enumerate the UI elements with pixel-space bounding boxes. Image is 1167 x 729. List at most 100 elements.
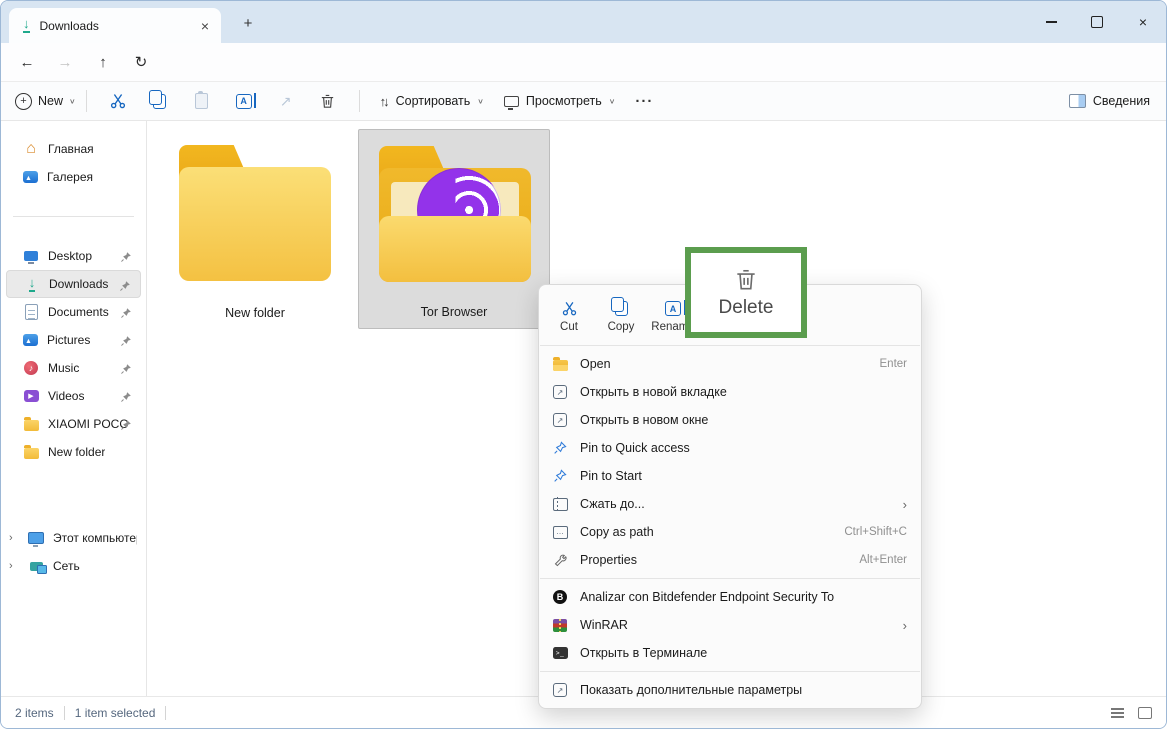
share-button[interactable]: ↗ (268, 86, 304, 116)
copy-as-path-icon: … (553, 526, 568, 539)
tab-close-icon[interactable]: × (197, 18, 213, 34)
menu-item-winrar[interactable]: WinRAR › (539, 611, 921, 639)
menu-item-open-new-window[interactable]: ↗ Открыть в новом окне (539, 406, 921, 434)
expand-chevron-icon[interactable]: › (9, 532, 13, 544)
menu-item-open-in-terminal[interactable]: >_ Открыть в Терминале (539, 639, 921, 667)
menu-item-label: Properties (580, 553, 848, 567)
chevron-down-icon: ∨ (609, 97, 616, 106)
paste-icon (195, 93, 208, 109)
menu-item-label: Открыть в новой вкладке (580, 385, 907, 399)
pin-icon (120, 250, 132, 268)
sidebar-item-label: New folder (48, 445, 105, 459)
menu-item-open-new-tab[interactable]: ↗ Открыть в новой вкладке (539, 378, 921, 406)
pin-icon (120, 334, 132, 352)
items-count: 2 items (15, 706, 54, 720)
file-tile-new-folder[interactable]: New folder (159, 129, 351, 329)
list-view-icon[interactable] (1111, 708, 1124, 718)
forward-button[interactable]: → (51, 48, 79, 76)
menu-item-pin-quick-access[interactable]: Pin to Quick access (539, 434, 921, 462)
file-explorer-window: ↓ Downloads × + × ← → ↑ ↻ › Downloads › … (0, 0, 1167, 729)
folder-icon (24, 420, 39, 431)
file-tile-tor-browser[interactable]: Tor Browser (358, 129, 550, 329)
menu-item-label: Analizar con Bitdefender Endpoint Securi… (580, 590, 907, 604)
delete-annotation-highlight[interactable]: Delete (685, 247, 807, 338)
scissors-icon (561, 300, 578, 317)
menu-item-label: Copy as path (580, 525, 833, 539)
details-panel-icon (1069, 94, 1086, 108)
delete-annotation-label: Delete (719, 297, 774, 319)
menu-item-open[interactable]: Open Enter (539, 350, 921, 378)
menu-item-pin-to-start[interactable]: Pin to Start (539, 462, 921, 490)
menu-separator (540, 345, 920, 346)
sidebar-item-home[interactable]: ⌂ Главная (6, 135, 141, 163)
sidebar-item-videos[interactable]: ▶ Videos (6, 382, 141, 410)
menu-item-copy-as-path[interactable]: … Copy as path Ctrl+Shift+C (539, 518, 921, 546)
sidebar-item-music[interactable]: ♪ Music (6, 354, 141, 382)
file-name: Tor Browser (359, 305, 549, 319)
pin-icon (120, 306, 132, 324)
monitor-icon (504, 96, 519, 107)
chevron-down-icon: ∨ (69, 97, 76, 106)
toolbar-divider (86, 90, 87, 112)
pin-icon (120, 362, 132, 380)
sidebar-item-label: Music (48, 361, 79, 375)
sidebar-item-pictures[interactable]: ▲ Pictures (6, 326, 141, 354)
menu-item-label: Pin to Quick access (580, 441, 907, 455)
plus-circle-icon: + (15, 93, 32, 110)
paste-button[interactable] (184, 86, 220, 116)
explorer-tab-downloads[interactable]: ↓ Downloads × (9, 8, 221, 43)
sidebar-item-this-pc[interactable]: › Этот компьютер (6, 524, 141, 552)
rename-button[interactable]: A (226, 86, 262, 116)
submenu-chevron-icon: › (903, 497, 907, 512)
open-new-window-icon: ↗ (553, 413, 567, 427)
thumbnail-view-icon[interactable] (1138, 707, 1152, 719)
sort-button[interactable]: ↑↓ Сортировать ∨ (370, 86, 494, 116)
copy-button[interactable] (142, 86, 178, 116)
sidebar-item-label: Downloads (49, 277, 108, 291)
context-copy-button[interactable]: Copy (595, 300, 647, 333)
selection-count: 1 item selected (75, 706, 156, 720)
gallery-icon: ▲ (23, 171, 38, 183)
sidebar-item-network[interactable]: › Сеть (6, 552, 141, 580)
sidebar-item-documents[interactable]: Documents (6, 298, 141, 326)
sidebar-item-downloads[interactable]: ↓ Downloads (6, 270, 141, 298)
minimize-button[interactable] (1028, 1, 1074, 43)
delete-button[interactable] (310, 86, 346, 116)
menu-item-properties[interactable]: Properties Alt+Enter (539, 546, 921, 574)
sidebar-item-new-folder[interactable]: New folder (6, 438, 141, 466)
more-options-button[interactable]: ··· (625, 93, 663, 110)
cut-label: Cut (560, 321, 578, 333)
sidebar-item-desktop[interactable]: Desktop (6, 242, 141, 270)
sidebar-item-xiaomi-poco[interactable]: XIAOMI POCO F (6, 410, 141, 438)
details-toggle-button[interactable]: Сведения (1069, 94, 1150, 108)
expand-chevron-icon[interactable]: › (9, 560, 13, 572)
sidebar-item-label: Desktop (48, 249, 92, 263)
menu-item-compress[interactable]: Сжать до... › (539, 490, 921, 518)
back-button[interactable]: ← (13, 48, 41, 76)
refresh-button[interactable]: ↻ (127, 48, 155, 76)
menu-item-label: Открыть в Терминале (580, 646, 907, 660)
sidebar-item-label: Главная (48, 142, 94, 156)
cut-button[interactable] (100, 86, 136, 116)
desktop-icon (24, 251, 38, 261)
menu-item-label: Сжать до... (580, 497, 892, 511)
up-button[interactable]: ↑ (89, 48, 117, 76)
maximize-button[interactable] (1074, 1, 1120, 43)
menu-item-label: Pin to Start (580, 469, 907, 483)
close-button[interactable]: × (1120, 1, 1166, 43)
menu-shortcut: Alt+Enter (859, 554, 907, 566)
sidebar-item-label: Videos (48, 389, 84, 403)
new-tab-button[interactable]: + (237, 12, 259, 34)
sidebar-gap (1, 466, 146, 524)
context-cut-button[interactable]: Cut (543, 300, 595, 333)
sidebar-item-label: Этот компьютер (53, 531, 137, 545)
sort-button-label: Сортировать (396, 94, 471, 108)
new-button[interactable]: + New ∨ (15, 93, 76, 110)
share-icon: ↗ (280, 93, 292, 110)
view-button[interactable]: Просмотреть ∨ (494, 86, 625, 116)
sidebar-item-label: Pictures (47, 333, 90, 347)
menu-item-show-more-options[interactable]: ↗ Показать дополнительные параметры (539, 676, 921, 704)
menu-item-bitdefender-scan[interactable]: B Analizar con Bitdefender Endpoint Secu… (539, 583, 921, 611)
bitdefender-icon: B (553, 590, 567, 604)
sidebar-item-gallery[interactable]: ▲ Галерея (6, 163, 141, 191)
